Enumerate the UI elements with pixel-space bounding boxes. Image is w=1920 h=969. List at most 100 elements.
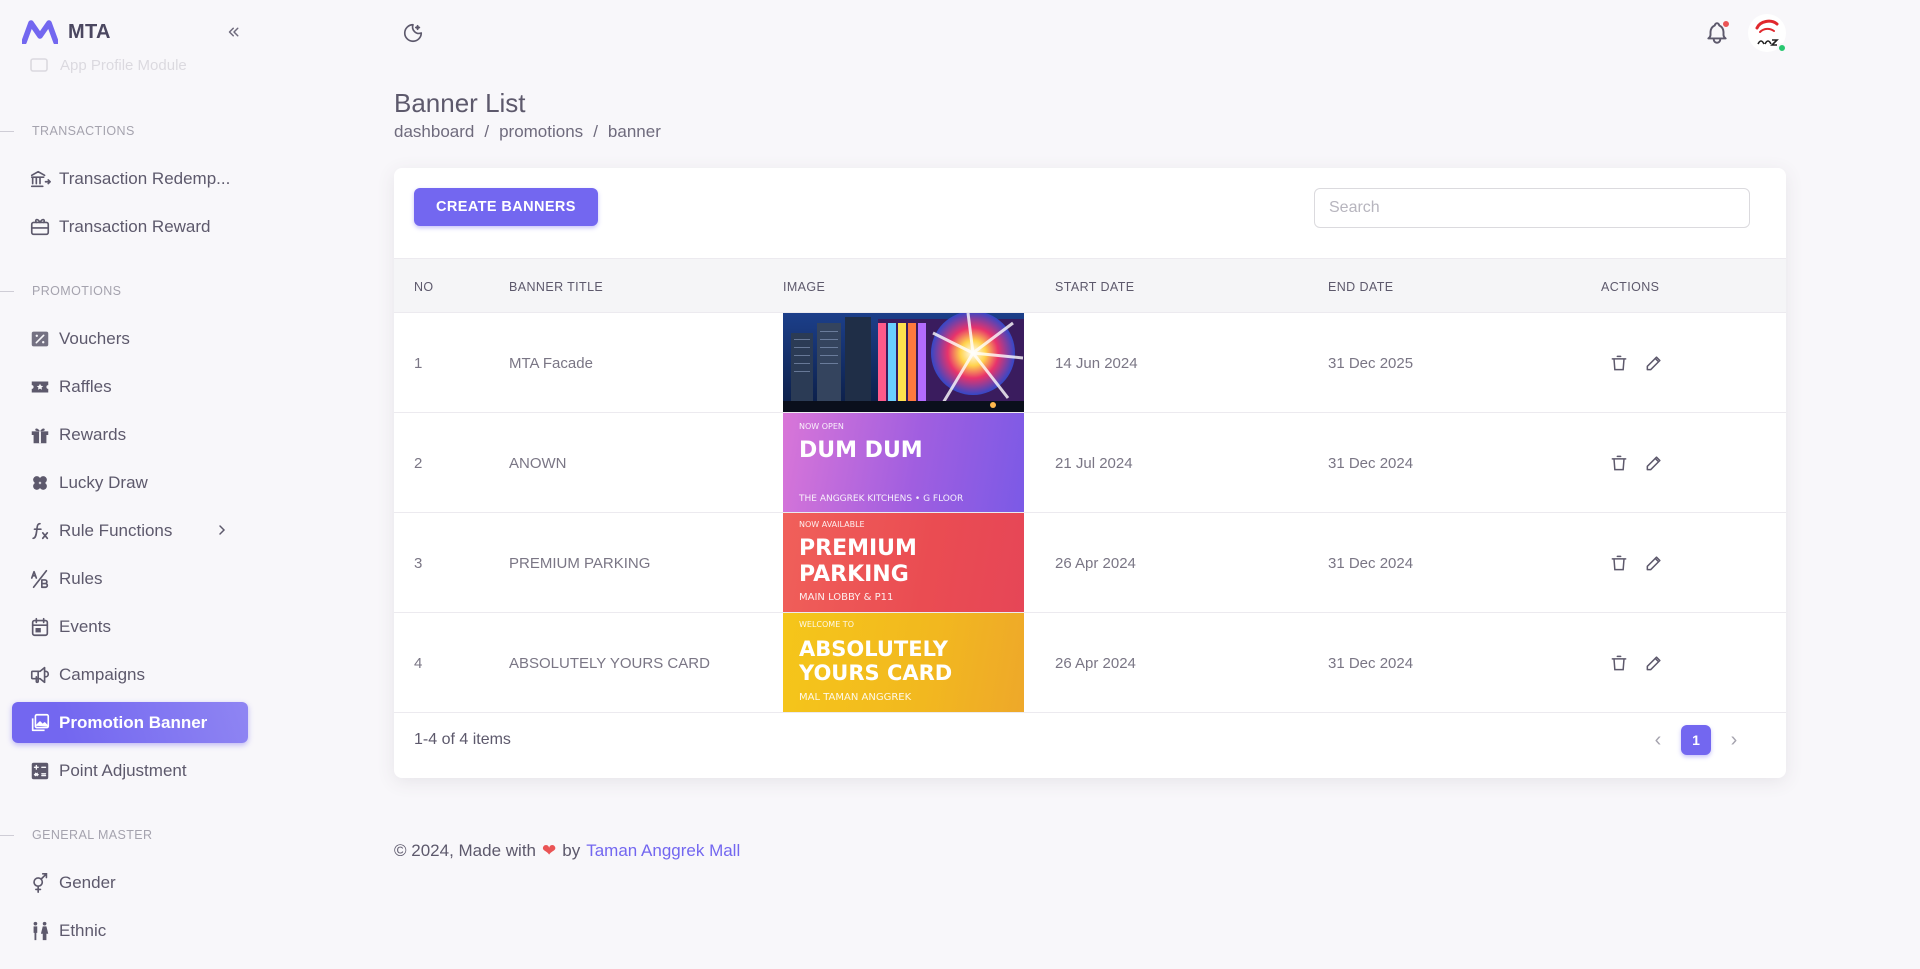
brand-name: MTA <box>68 20 111 43</box>
speakerphone-icon <box>29 664 51 686</box>
cell-start-date: 21 Jul 2024 <box>1055 454 1133 472</box>
cell-end-date: 31 Dec 2025 <box>1328 354 1414 372</box>
notification-bell-icon[interactable] <box>1704 20 1732 48</box>
app-icon <box>30 58 48 72</box>
ticket-star-icon <box>29 376 51 398</box>
brand[interactable]: MTA <box>22 18 111 46</box>
cell-end-date: 31 Dec 2024 <box>1328 654 1414 672</box>
avatar[interactable] <box>1748 14 1787 53</box>
search-input[interactable] <box>1314 188 1750 228</box>
sidebar-item-lucky-draw[interactable]: Lucky Draw <box>12 462 248 503</box>
sidebar-item-events[interactable]: Events <box>12 606 248 647</box>
breadcrumb-separator: / <box>593 122 598 141</box>
sidebar-item-app-profile[interactable]: App Profile Module <box>30 56 187 74</box>
create-banners-button[interactable]: CREATE BANNERS <box>414 188 598 226</box>
table-row: 1 MTA Facade 14 Jun 2024 31 Dec 2025 <box>394 313 1786 413</box>
banner-heading: DUM DUM <box>799 438 923 463</box>
cell-banner-title: ABSOLUTELY YOURS CARD <box>509 654 710 672</box>
table-row: 3 PREMIUM PARKING NOW AVAILABLE PREMIUM … <box>394 513 1786 613</box>
footer-by: by <box>562 841 581 860</box>
delete-icon[interactable] <box>1607 451 1631 475</box>
cell-end-date: 31 Dec 2024 <box>1328 554 1414 572</box>
page-footer: © 2024, Made with ❤ by Taman Anggrek Mal… <box>394 841 740 861</box>
footer-link[interactable]: Taman Anggrek Mall <box>586 841 740 861</box>
banner-kicker: WELCOME TO <box>799 620 854 629</box>
page-title: Banner List <box>394 88 526 118</box>
sidebar-item-transaction-reward[interactable]: Transaction Reward <box>12 206 248 247</box>
table-row: 2 ANOWN NOW OPEN DUM DUM THE ANGGREK KIT… <box>394 413 1786 513</box>
cell-banner-title: MTA Facade <box>509 354 593 372</box>
pagination-summary: 1-4 of 4 items <box>414 731 511 748</box>
table-header: NO BANNER TITLE IMAGE START DATE END DAT… <box>394 258 1786 313</box>
banner-subtext: MAIN LOBBY & P11 <box>799 592 894 603</box>
breadcrumb-dashboard[interactable]: dashboard <box>394 122 474 142</box>
sidebar-item-point-adjustment[interactable]: Point Adjustment <box>12 750 248 791</box>
banner-image-facade[interactable] <box>783 313 1024 412</box>
banner-heading-line1: PREMIUM <box>799 536 917 561</box>
theme-toggle-moon-icon[interactable] <box>400 20 426 46</box>
function-icon <box>29 520 51 542</box>
banner-image-premium-parking[interactable]: NOW AVAILABLE PREMIUM PARKING MAIN LOBBY… <box>783 513 1024 612</box>
heart-icon: ❤ <box>542 841 557 860</box>
breadcrumb-banner: banner <box>607 122 661 141</box>
footer-copyright: © 2024, Made with <box>394 841 536 860</box>
pagination-page-1[interactable]: 1 <box>1681 725 1711 755</box>
photo-icon <box>29 712 51 734</box>
notification-dot <box>1722 20 1730 28</box>
clover-icon <box>29 472 51 494</box>
banner-heading-line2: YOURS CARD <box>799 661 953 685</box>
sidebar-item-rewards[interactable]: Rewards <box>12 414 248 455</box>
gift-card-icon <box>29 216 51 238</box>
column-header-no[interactable]: NO <box>414 259 434 314</box>
sidebar-item-ethnic[interactable]: Ethnic <box>12 910 248 951</box>
chevron-right-icon <box>219 525 226 535</box>
cell-start-date: 26 Apr 2024 <box>1055 654 1136 672</box>
gift-icon <box>29 424 51 446</box>
delete-icon[interactable] <box>1607 351 1631 375</box>
column-header-end-date[interactable]: END DATE <box>1328 259 1393 314</box>
cell-start-date: 26 Apr 2024 <box>1055 554 1136 572</box>
bank-transfer-icon <box>29 168 51 190</box>
discount-icon <box>29 328 51 350</box>
banner-image-dum-dum[interactable]: NOW OPEN DUM DUM THE ANGGREK KITCHENS • … <box>783 413 1024 512</box>
collapse-sidebar-icon[interactable] <box>222 20 246 44</box>
banner-heading-line2: PARKING <box>799 562 909 587</box>
cell-end-date: 31 Dec 2024 <box>1328 454 1414 472</box>
sidebar-item-campaigns[interactable]: Campaigns <box>12 654 248 695</box>
pagination-prev-chevron-icon[interactable]: ‹ <box>1643 725 1673 755</box>
sidebar-item-raffles[interactable]: Raffles <box>12 366 248 407</box>
edit-pencil-icon[interactable] <box>1642 451 1666 475</box>
calendar-event-icon <box>29 616 51 638</box>
menu-header-transactions: TRANSACTIONS <box>0 121 135 141</box>
sidebar-item-transaction-redemption[interactable]: Transaction Redemp... <box>12 158 248 199</box>
sidebar-item-promotion-banner[interactable]: Promotion Banner <box>12 702 248 743</box>
cell-start-date: 14 Jun 2024 <box>1055 354 1138 372</box>
delete-icon[interactable] <box>1607 651 1631 675</box>
menu-header-promotions: PROMOTIONS <box>0 281 121 301</box>
banner-subtext: THE ANGGREK KITCHENS • G FLOOR <box>799 494 964 504</box>
sidebar-item-gender[interactable]: Gender <box>12 862 248 903</box>
edit-pencil-icon[interactable] <box>1642 551 1666 575</box>
cell-no: 3 <box>414 554 423 572</box>
sidebar-item-rule-functions[interactable]: Rule Functions <box>12 510 248 551</box>
breadcrumb-promotions[interactable]: promotions <box>499 122 583 142</box>
delete-icon[interactable] <box>1607 551 1631 575</box>
banner-kicker: NOW OPEN <box>799 422 844 431</box>
column-header-start-date[interactable]: START DATE <box>1055 259 1134 314</box>
column-header-banner-title[interactable]: BANNER TITLE <box>509 259 603 314</box>
edit-pencil-icon[interactable] <box>1642 651 1666 675</box>
cell-banner-title: ANOWN <box>509 454 567 472</box>
edit-pencil-icon[interactable] <box>1642 351 1666 375</box>
sidebar-item-vouchers[interactable]: Vouchers <box>12 318 248 359</box>
sidebar-item-rules[interactable]: Rules <box>12 558 248 599</box>
cell-no: 1 <box>414 354 423 372</box>
column-header-image[interactable]: IMAGE <box>783 259 825 314</box>
pagination-next-chevron-icon[interactable]: › <box>1719 725 1749 755</box>
ab-icon <box>29 568 51 590</box>
banner-subtext: MAL TAMAN ANGGREK <box>799 692 912 703</box>
gender-icon <box>29 872 51 894</box>
calculator-icon <box>29 760 51 782</box>
banner-image-absolutely-yours-card[interactable]: WELCOME TO ABSOLUTELY YOURS CARD MAL TAM… <box>783 613 1024 712</box>
breadcrumb: dashboard / promotions / banner <box>394 122 661 142</box>
menu-header-general-master: GENERAL MASTER <box>0 825 152 845</box>
